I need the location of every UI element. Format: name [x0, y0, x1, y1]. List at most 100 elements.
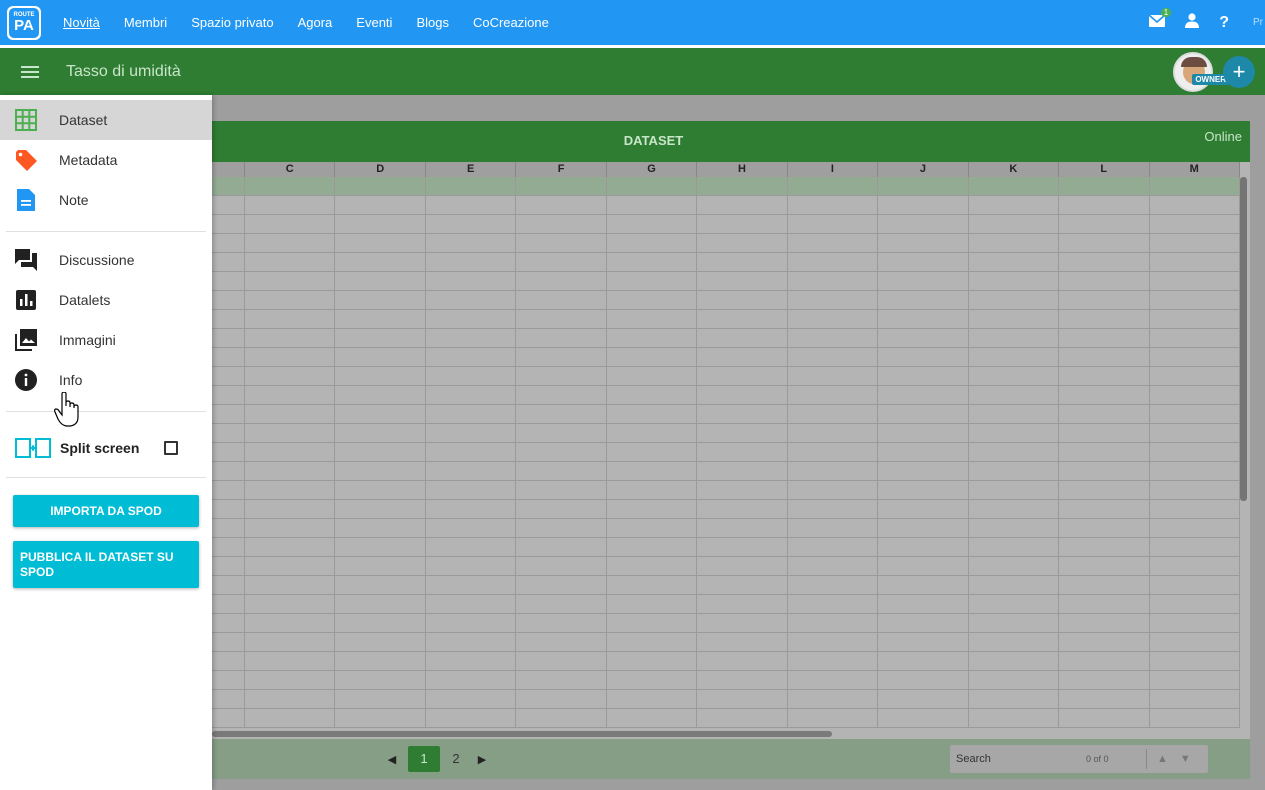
table-cell[interactable] [788, 291, 879, 309]
table-cell[interactable] [878, 633, 969, 651]
table-cell[interactable] [607, 253, 698, 271]
table-cell[interactable] [335, 500, 426, 518]
table-cell[interactable] [607, 272, 698, 290]
table-cell[interactable] [335, 424, 426, 442]
table-cell[interactable] [1150, 348, 1240, 366]
table-cell[interactable] [878, 367, 969, 385]
table-cell[interactable] [878, 329, 969, 347]
table-cell[interactable] [607, 196, 698, 214]
table-cell[interactable] [1059, 557, 1150, 575]
table-cell[interactable] [516, 177, 607, 195]
nav-link-cocreazione[interactable]: CoCreazione [473, 15, 549, 30]
table-cell[interactable] [335, 196, 426, 214]
sidebar-item-discussione[interactable]: Discussione [0, 240, 212, 280]
table-cell[interactable] [878, 196, 969, 214]
table-cell[interactable] [426, 576, 517, 594]
nav-link-novita[interactable]: Novità [63, 15, 100, 30]
next-page-button[interactable]: ▶ [472, 753, 492, 766]
table-cell[interactable] [788, 177, 879, 195]
table-cell[interactable] [516, 329, 607, 347]
table-cell[interactable] [335, 272, 426, 290]
table-cell[interactable] [245, 633, 336, 651]
table-cell[interactable] [245, 557, 336, 575]
table-cell[interactable] [697, 310, 788, 328]
table-cell[interactable] [1059, 538, 1150, 556]
table-cell[interactable] [607, 576, 698, 594]
vertical-scrollbar[interactable] [1240, 177, 1247, 501]
table-cell[interactable] [245, 443, 336, 461]
table-cell[interactable] [969, 538, 1060, 556]
column-header[interactable]: G [607, 162, 698, 177]
page-2-button[interactable]: 2 [440, 746, 472, 772]
table-cell[interactable] [697, 196, 788, 214]
table-cell[interactable] [607, 481, 698, 499]
table-cell[interactable] [878, 253, 969, 271]
table-cell[interactable] [607, 424, 698, 442]
table-cell[interactable] [516, 253, 607, 271]
table-cell[interactable] [1059, 272, 1150, 290]
table-cell[interactable] [516, 272, 607, 290]
table-cell[interactable] [245, 595, 336, 613]
table-cell[interactable] [697, 652, 788, 670]
table-cell[interactable] [245, 671, 336, 689]
table-cell[interactable] [212, 538, 245, 556]
table-cell[interactable] [335, 177, 426, 195]
table-cell[interactable] [245, 177, 336, 195]
table-cell[interactable] [878, 538, 969, 556]
table-cell[interactable] [969, 500, 1060, 518]
table-cell[interactable] [788, 462, 879, 480]
search-input[interactable]: Search 0 of 0 ▲ ▼ [950, 745, 1208, 773]
table-cell[interactable] [607, 671, 698, 689]
nav-cut-text[interactable]: Pr [1253, 17, 1263, 28]
table-cell[interactable] [335, 671, 426, 689]
table-cell[interactable] [607, 234, 698, 252]
table-cell[interactable] [607, 177, 698, 195]
table-cell[interactable] [607, 367, 698, 385]
column-header[interactable]: E [426, 162, 517, 177]
table-cell[interactable] [335, 253, 426, 271]
table-cell[interactable] [607, 652, 698, 670]
table-cell[interactable] [212, 443, 245, 461]
table-cell[interactable] [516, 424, 607, 442]
search-down-icon[interactable]: ▼ [1180, 753, 1191, 765]
table-cell[interactable] [697, 557, 788, 575]
table-cell[interactable] [788, 348, 879, 366]
table-cell[interactable] [697, 481, 788, 499]
table-cell[interactable] [212, 272, 245, 290]
table-cell[interactable] [516, 405, 607, 423]
table-cell[interactable] [969, 690, 1060, 708]
table-cell[interactable] [1059, 481, 1150, 499]
table-cell[interactable] [969, 519, 1060, 537]
sidebar-item-dataset[interactable]: Dataset [0, 100, 212, 140]
table-cell[interactable] [245, 405, 336, 423]
table-cell[interactable] [1150, 557, 1240, 575]
table-cell[interactable] [788, 405, 879, 423]
table-cell[interactable] [969, 177, 1060, 195]
table-cell[interactable] [969, 671, 1060, 689]
table-cell[interactable] [1059, 348, 1150, 366]
table-cell[interactable] [426, 196, 517, 214]
table-cell[interactable] [969, 310, 1060, 328]
table-cell[interactable] [516, 481, 607, 499]
table-cell[interactable] [516, 633, 607, 651]
table-cell[interactable] [788, 215, 879, 233]
table-cell[interactable] [426, 538, 517, 556]
table-cell[interactable] [1150, 386, 1240, 404]
table-cell[interactable] [1150, 253, 1240, 271]
table-cell[interactable] [969, 234, 1060, 252]
table-cell[interactable] [212, 424, 245, 442]
table-cell[interactable] [788, 709, 879, 727]
table-cell[interactable] [1059, 329, 1150, 347]
table-cell[interactable] [335, 481, 426, 499]
table-cell[interactable] [697, 405, 788, 423]
table-cell[interactable] [516, 310, 607, 328]
table-cell[interactable] [1150, 500, 1240, 518]
mail-icon[interactable]: 1 [1148, 8, 1172, 31]
table-cell[interactable] [245, 196, 336, 214]
table-cell[interactable] [697, 177, 788, 195]
table-cell[interactable] [335, 519, 426, 537]
table-cell[interactable] [1059, 462, 1150, 480]
table-cell[interactable] [516, 557, 607, 575]
table-cell[interactable] [788, 595, 879, 613]
table-cell[interactable] [212, 519, 245, 537]
